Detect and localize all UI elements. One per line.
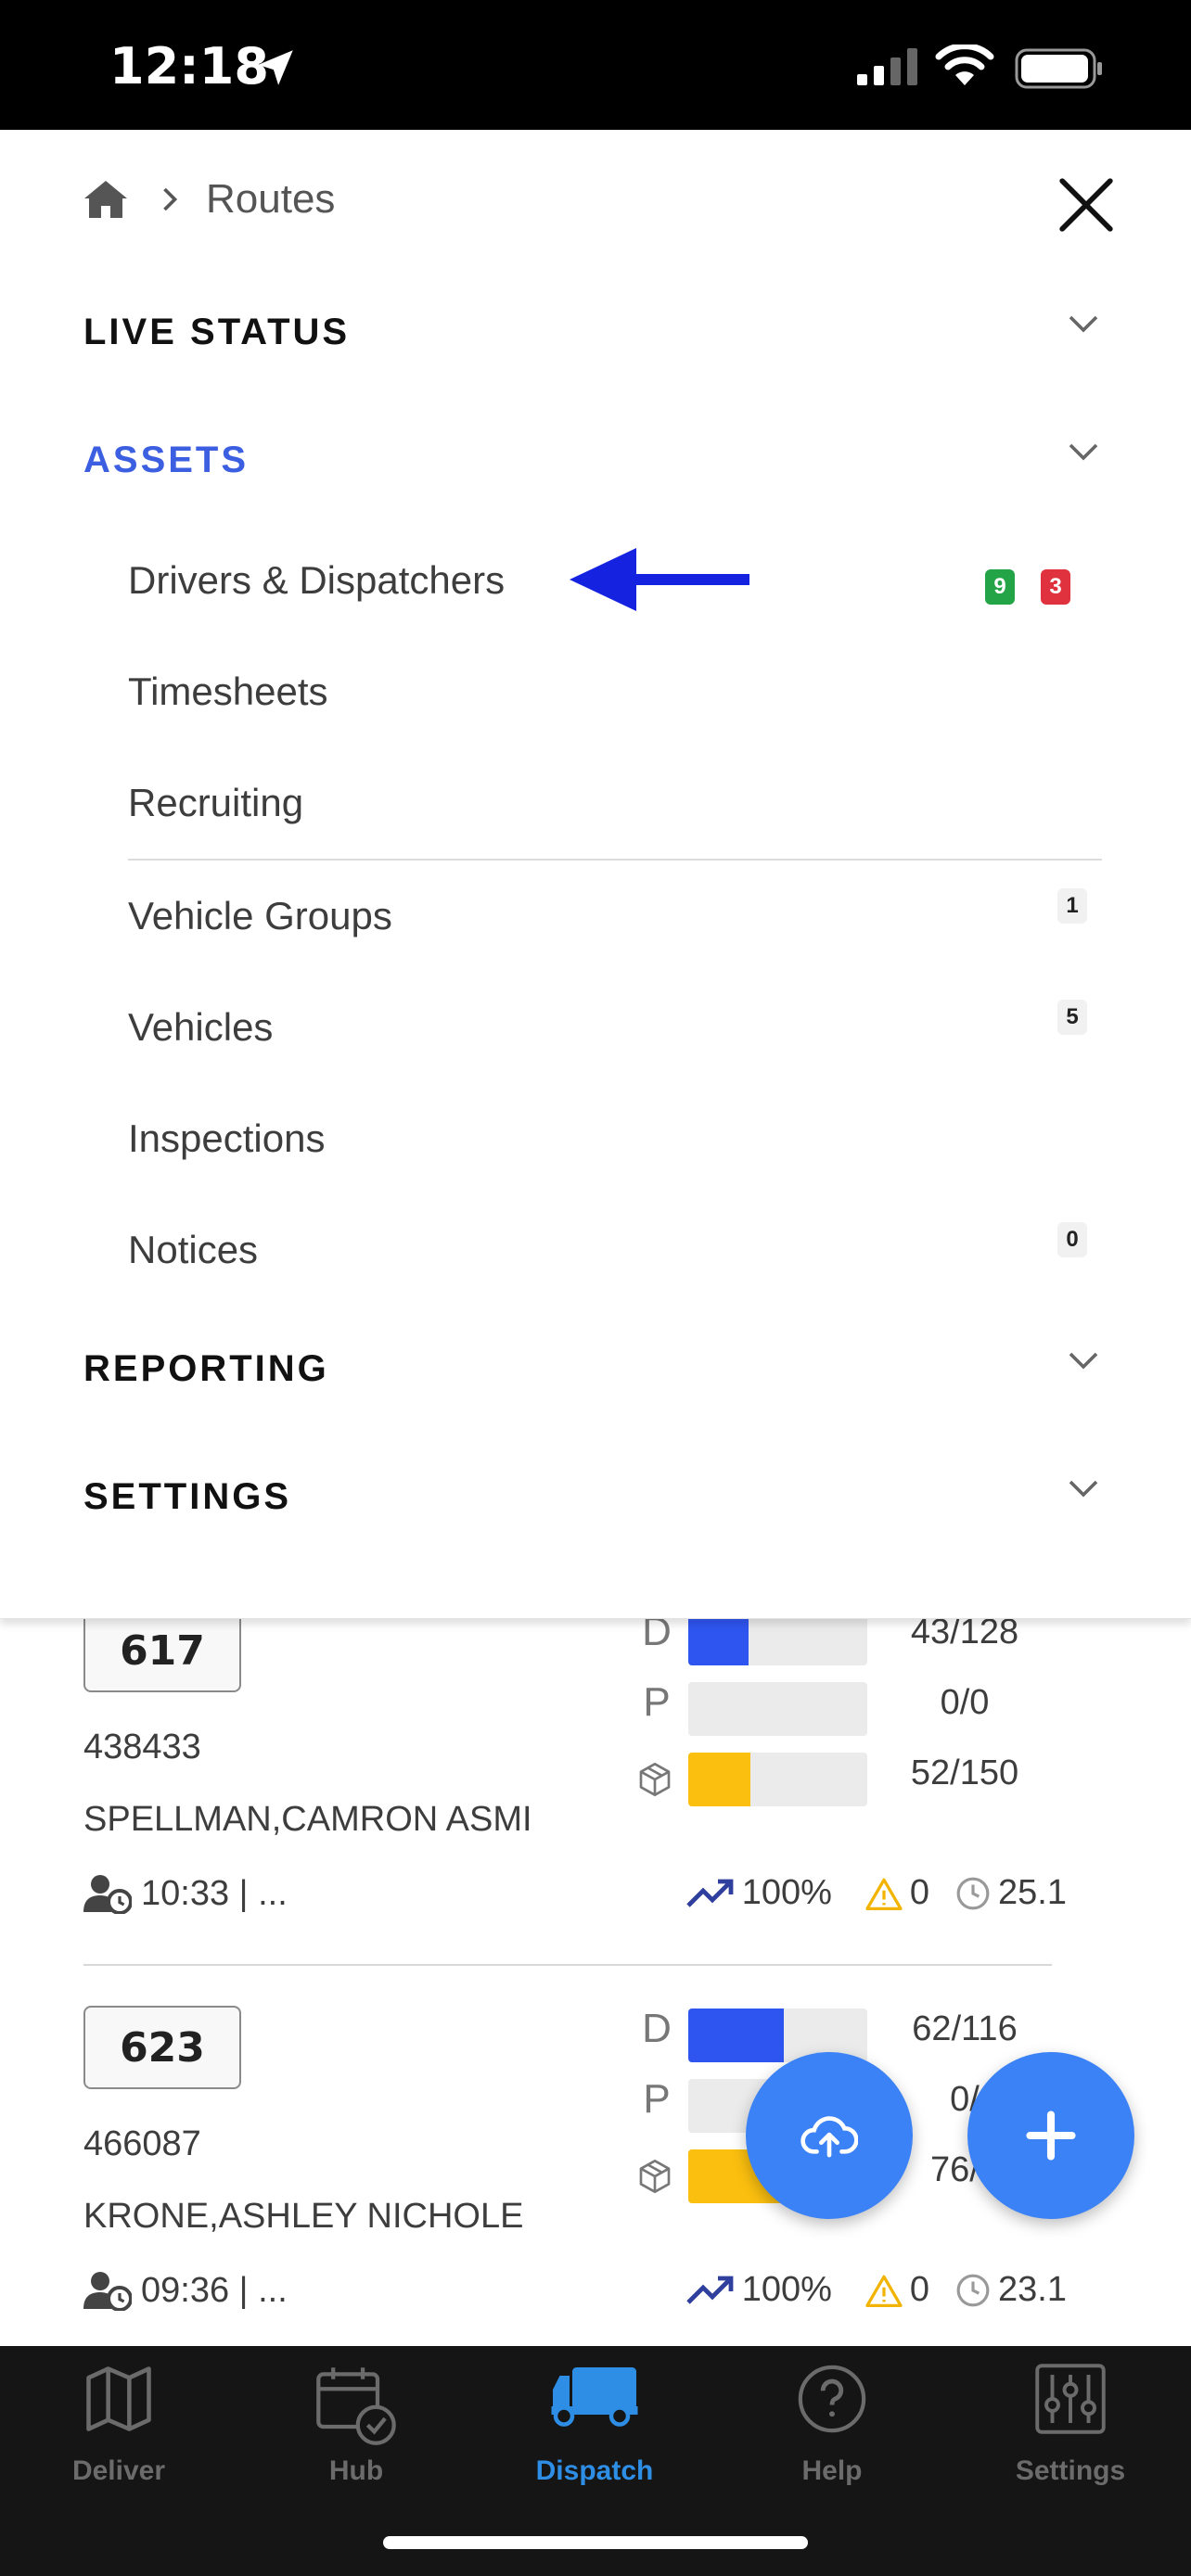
- calendar-check-icon: [316, 2367, 396, 2445]
- status-time: 12:18: [109, 37, 269, 96]
- delivery-bar-fill: [688, 1618, 749, 1665]
- chevron-down-icon[interactable]: [1067, 1478, 1100, 1500]
- plus-icon: [1026, 2111, 1076, 2161]
- menu-item-vehicle-groups[interactable]: Vehicle Groups: [128, 894, 392, 938]
- delivery-count: 62/116: [912, 2009, 1018, 2048]
- route-id: 438433: [83, 1728, 201, 1766]
- driver-name: SPELLMAN,CAMRON ASMI: [83, 1800, 532, 1839]
- driver-clock-icon: [83, 2272, 132, 2311]
- pickup-count: 0/0: [940, 1683, 990, 1722]
- pickup-label: P: [643, 2076, 671, 2122]
- tab-label: Dispatch: [535, 2455, 654, 2486]
- wifi-icon: [935, 45, 994, 85]
- chevron-down-icon[interactable]: [1067, 1350, 1100, 1372]
- package-icon: [639, 2160, 671, 2193]
- add-button[interactable]: [967, 2052, 1134, 2219]
- trend-up-icon: [685, 2276, 734, 2304]
- route-divider: [83, 1964, 1052, 1966]
- pickup-label: P: [643, 1679, 671, 1725]
- menu-item-drivers-dispatchers[interactable]: Drivers & Dispatchers: [128, 558, 505, 603]
- home-indicator: [383, 2536, 808, 2549]
- clock-icon: [956, 2274, 990, 2306]
- trend-up-icon: [685, 1879, 734, 1907]
- chevron-down-icon[interactable]: [1067, 441, 1100, 464]
- menu-item-inspections[interactable]: Inspections: [128, 1116, 325, 1161]
- driver-name: KRONE,ASHLEY NICHOLE: [83, 2197, 524, 2236]
- warning-icon: [865, 2275, 903, 2307]
- section-reporting[interactable]: REPORTING: [83, 1348, 329, 1390]
- menu-divider: [128, 859, 1102, 861]
- breadcrumb-current[interactable]: Routes: [206, 176, 335, 223]
- vehicles-badge: 5: [1057, 1000, 1087, 1035]
- route-list[interactable]: 617 438433 SPELLMAN,CAMRON ASMI D 43/128…: [0, 1618, 1191, 2346]
- delivery-bar: [688, 1618, 867, 1665]
- tab-label: Settings: [1015, 2455, 1126, 2486]
- completion-percent: 100%: [741, 1873, 832, 1912]
- breadcrumb-chevron-icon: [163, 187, 178, 211]
- tab-dispatch[interactable]: Dispatch: [476, 2346, 713, 2513]
- section-live-status[interactable]: LIVE STATUS: [83, 312, 350, 353]
- route-card[interactable]: 617 438433 SPELLMAN,CAMRON ASMI D 43/128…: [0, 1618, 1191, 1998]
- cellular-signal-icon: [857, 48, 917, 85]
- route-hours: 23.1: [998, 2270, 1067, 2309]
- section-assets[interactable]: ASSETS: [83, 440, 249, 481]
- delivery-label: D: [642, 1618, 672, 1654]
- location-arrow-icon: [258, 50, 293, 85]
- route-summary: 09:36 | ... 100% 0 23.1: [83, 2270, 1067, 2316]
- tab-hub[interactable]: Hub: [237, 2346, 475, 2513]
- drivers-alert-badge: 3: [1041, 569, 1070, 605]
- delivery-label: D: [642, 2006, 672, 2051]
- cloud-upload-icon: [800, 2116, 858, 2158]
- warning-count: 0: [909, 1873, 930, 1912]
- route-id: 466087: [83, 2124, 201, 2163]
- driver-clock-icon: [83, 1875, 132, 1914]
- chevron-down-icon[interactable]: [1067, 313, 1100, 336]
- menu-item-vehicles[interactable]: Vehicles: [128, 1005, 273, 1050]
- tab-help[interactable]: Help: [713, 2346, 951, 2513]
- arrow-left-icon: [570, 548, 749, 611]
- sliders-icon: [1035, 2364, 1106, 2434]
- tab-deliver[interactable]: Deliver: [0, 2346, 237, 2513]
- package-bar: [688, 1753, 867, 1806]
- route-hours: 25.1: [998, 1873, 1067, 1912]
- notices-badge: 0: [1057, 1222, 1087, 1257]
- delivery-count: 43/128: [910, 1618, 1019, 1651]
- delivery-bar-fill: [688, 2009, 785, 2062]
- home-icon[interactable]: [83, 180, 128, 219]
- package-bar-fill: [688, 1753, 750, 1806]
- package-count: 52/150: [910, 1753, 1019, 1792]
- tab-settings[interactable]: Settings: [952, 2346, 1189, 2513]
- route-time: 09:36 | ...: [141, 2270, 288, 2310]
- pickup-bar: [688, 1682, 867, 1736]
- navigation-menu: Routes LIVE STATUS ASSETS Drivers & Disp…: [0, 130, 1191, 1619]
- drivers-online-badge: 9: [985, 569, 1015, 605]
- close-icon[interactable]: [1057, 176, 1115, 234]
- tab-label: Hub: [328, 2455, 384, 2486]
- menu-item-recruiting[interactable]: Recruiting: [128, 781, 303, 825]
- help-icon: [798, 2365, 866, 2433]
- route-summary: 10:33 | ... 100% 0 25.1: [83, 1873, 1067, 1919]
- status-bar: 12:18: [0, 0, 1191, 130]
- tab-label: Deliver: [71, 2455, 166, 2486]
- route-number: 617: [83, 1618, 241, 1692]
- warning-icon: [865, 1878, 903, 1910]
- package-icon: [639, 1763, 671, 1796]
- route-time: 10:33 | ...: [141, 1873, 288, 1913]
- truck-icon: [551, 2367, 638, 2427]
- upload-button[interactable]: [746, 2052, 913, 2219]
- warning-count: 0: [909, 2270, 930, 2309]
- route-number: 623: [83, 2006, 241, 2089]
- vehicle-groups-badge: 1: [1057, 888, 1087, 924]
- menu-item-timesheets[interactable]: Timesheets: [128, 670, 328, 714]
- menu-item-notices[interactable]: Notices: [128, 1228, 258, 1272]
- tab-label: Help: [801, 2455, 863, 2486]
- clock-icon: [956, 1877, 990, 1909]
- battery-icon: [1015, 48, 1102, 89]
- section-settings[interactable]: SETTINGS: [83, 1476, 291, 1518]
- map-icon: [86, 2366, 151, 2431]
- completion-percent: 100%: [741, 2270, 832, 2309]
